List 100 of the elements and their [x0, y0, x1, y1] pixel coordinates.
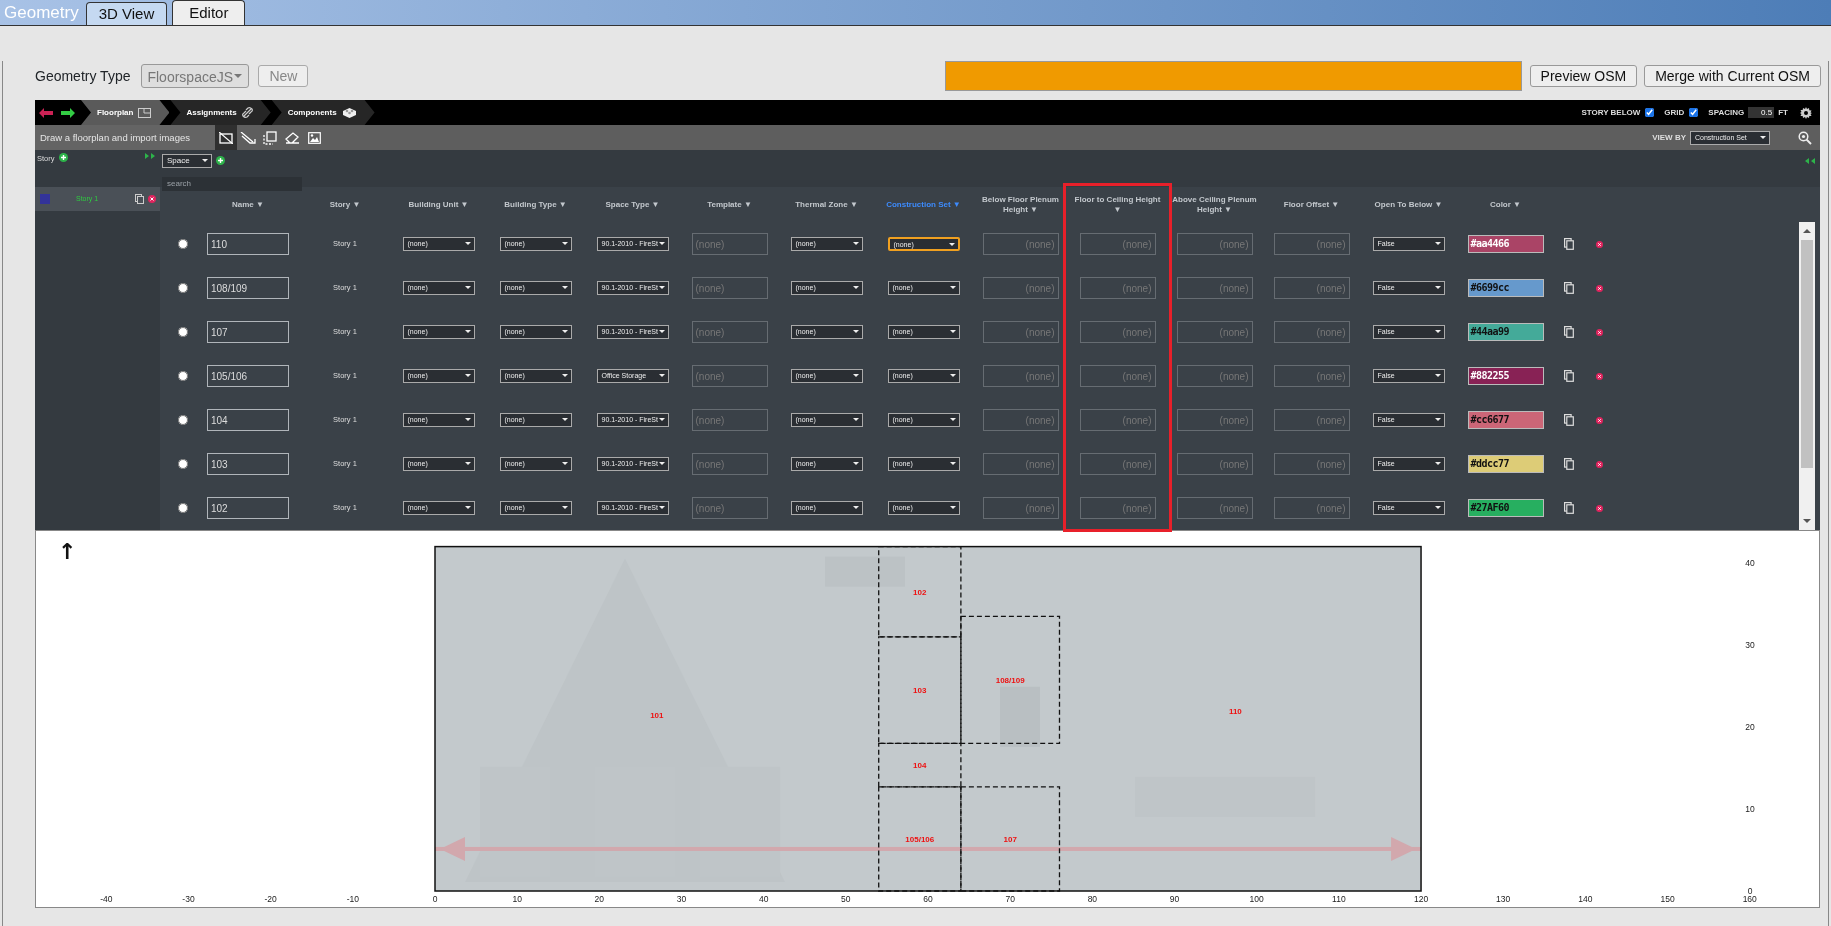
below-plenum-height-field[interactable]: (none) [982, 497, 1059, 519]
floor-to-ceiling-height-field[interactable]: (none) [1079, 365, 1156, 387]
color-field[interactable]: #27AF60 [1467, 499, 1544, 517]
color-field[interactable]: #cc6677 [1467, 411, 1544, 429]
color-field[interactable]: #aa4466 [1467, 235, 1544, 253]
column-header[interactable]: Building Type ▼ [487, 199, 584, 210]
delete-icon[interactable] [1595, 372, 1603, 380]
floor-to-ceiling-height-field[interactable]: (none) [1079, 497, 1156, 519]
above-plenum-height-field[interactable]: (none) [1176, 365, 1253, 387]
row-radio[interactable] [178, 327, 188, 337]
name-field[interactable]: 102 [207, 497, 289, 519]
copy-icon[interactable] [1564, 238, 1574, 250]
back-arrow-icon[interactable] [39, 107, 53, 118]
floor-offset-field[interactable]: (none) [1273, 365, 1350, 387]
mode-select[interactable]: Space [162, 153, 212, 168]
row-radio[interactable] [178, 415, 188, 425]
above-plenum-height-field[interactable]: (none) [1176, 321, 1253, 343]
below-plenum-height-field[interactable]: (none) [982, 277, 1059, 299]
row-radio[interactable] [178, 459, 188, 469]
add-icon[interactable] [216, 156, 225, 165]
delete-icon[interactable] [1595, 504, 1603, 512]
floor-to-ceiling-height-field[interactable]: (none) [1079, 453, 1156, 475]
name-field[interactable]: 110 [207, 233, 289, 255]
template-field[interactable]: (none) [691, 453, 768, 475]
floor-offset-field[interactable]: (none) [1273, 233, 1350, 255]
settings-icon[interactable] [1800, 106, 1812, 119]
delete-icon[interactable] [1595, 240, 1603, 248]
action-button[interactable]: Preview OSM [1529, 65, 1638, 87]
above-plenum-height-field[interactable]: (none) [1176, 409, 1253, 431]
add-icon[interactable] [58, 153, 68, 162]
delete-icon[interactable] [1595, 284, 1603, 292]
delete-icon[interactable] [148, 195, 156, 203]
name-field[interactable]: 103 [207, 453, 289, 475]
copy-icon[interactable] [1564, 282, 1574, 294]
copy-icon[interactable] [1564, 414, 1574, 426]
column-header[interactable]: Floor to Ceiling Height ▼ [1069, 195, 1166, 214]
space-outline[interactable] [960, 615, 1061, 745]
floor-offset-field[interactable]: (none) [1273, 321, 1350, 343]
name-field[interactable]: 104 [207, 409, 289, 431]
floor-offset-field[interactable]: (none) [1273, 277, 1350, 299]
below-plenum-height-field[interactable]: (none) [982, 321, 1059, 343]
tab[interactable]: Editor [172, 0, 246, 25]
column-header[interactable]: Above Ceiling Plenum Height ▼ [1166, 195, 1263, 214]
above-plenum-height-field[interactable]: (none) [1176, 497, 1253, 519]
copy-icon[interactable] [1564, 326, 1574, 338]
template-field[interactable]: (none) [691, 233, 768, 255]
column-header[interactable]: Space Type ▼ [584, 199, 681, 210]
below-plenum-height-field[interactable]: (none) [982, 453, 1059, 475]
template-field[interactable]: (none) [691, 409, 768, 431]
floor-to-ceiling-height-field[interactable]: (none) [1079, 277, 1156, 299]
name-field[interactable]: 108/109 [207, 277, 289, 299]
column-header[interactable]: Thermal Zone ▼ [778, 199, 875, 210]
name-field[interactable]: 105/106 [207, 365, 289, 387]
row-radio[interactable] [178, 239, 188, 249]
floor-to-ceiling-height-field[interactable]: (none) [1079, 409, 1156, 431]
template-field[interactable]: (none) [691, 365, 768, 387]
space-outline[interactable] [878, 786, 962, 892]
floor-to-ceiling-height-field[interactable]: (none) [1079, 321, 1156, 343]
expand-icon[interactable] [145, 153, 156, 159]
copy-icon[interactable] [1564, 370, 1574, 382]
floor-offset-field[interactable]: (none) [1273, 497, 1350, 519]
column-header[interactable]: Below Floor Plenum Height ▼ [972, 195, 1069, 214]
color-field[interactable]: #6699cc [1467, 279, 1544, 297]
copy-icon[interactable] [1564, 458, 1574, 470]
column-header[interactable]: Story ▼ [300, 199, 390, 210]
row-radio[interactable] [178, 503, 188, 513]
checkbox[interactable] [1689, 108, 1699, 117]
copy-icon[interactable] [135, 194, 144, 204]
column-header[interactable]: Name ▼ [196, 199, 300, 210]
column-header[interactable]: Color ▼ [1457, 199, 1554, 210]
color-field[interactable]: #ddcc77 [1467, 455, 1544, 473]
row-radio[interactable] [178, 371, 188, 381]
space-outline[interactable] [878, 742, 962, 788]
delete-icon[interactable] [1595, 460, 1603, 468]
above-plenum-height-field[interactable]: (none) [1176, 453, 1253, 475]
forward-arrow-icon[interactable] [61, 107, 75, 118]
checkbox[interactable] [1645, 108, 1655, 117]
step-tab[interactable]: Components [271, 100, 375, 125]
step-tab[interactable]: Assignments [170, 100, 271, 125]
space-outline[interactable] [878, 636, 962, 745]
delete-icon[interactable] [1595, 328, 1603, 336]
column-header[interactable]: Template ▼ [681, 199, 778, 210]
copy-icon[interactable] [1564, 502, 1574, 514]
floor-offset-field[interactable]: (none) [1273, 409, 1350, 431]
below-plenum-height-field[interactable]: (none) [982, 409, 1059, 431]
scrollbar[interactable] [1799, 222, 1815, 530]
rectangle-tool[interactable] [215, 125, 237, 150]
column-header[interactable]: Building Unit ▼ [390, 199, 487, 210]
step-tab[interactable]: Floorplan [81, 100, 170, 125]
template-field[interactable]: (none) [691, 321, 768, 343]
below-plenum-height-field[interactable]: (none) [982, 365, 1059, 387]
search-icon[interactable] [1798, 130, 1812, 145]
template-field[interactable]: (none) [691, 277, 768, 299]
search-field[interactable]: search [162, 176, 302, 191]
column-header[interactable]: Open To Below ▼ [1360, 199, 1457, 210]
spacing-field[interactable]: 0.5 [1748, 107, 1775, 118]
floor-offset-field[interactable]: (none) [1273, 453, 1350, 475]
above-plenum-height-field[interactable]: (none) [1176, 233, 1253, 255]
column-header[interactable]: Floor Offset ▼ [1263, 199, 1360, 210]
tab[interactable]: 3D View [85, 2, 168, 25]
